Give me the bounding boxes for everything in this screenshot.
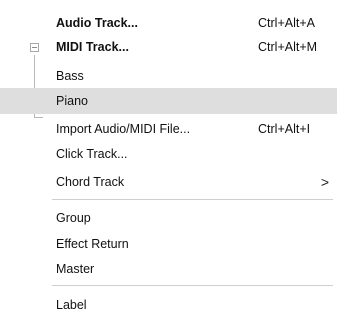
menu-item-label: Effect Return: [56, 237, 129, 251]
menu-item-group[interactable]: Group: [0, 206, 337, 230]
menu-item-chord-track[interactable]: Chord Track >: [0, 170, 337, 194]
menu-item-label-track[interactable]: Label: [0, 293, 337, 317]
menu-separator: [52, 199, 333, 200]
menu-item-label: MIDI Track...: [56, 40, 129, 54]
menu-item-label: Group: [56, 211, 91, 225]
collapse-minus-icon[interactable]: [30, 43, 39, 52]
menu-item-label: Audio Track...: [56, 16, 138, 30]
menu-separator: [52, 285, 333, 286]
menu-item-import-file[interactable]: Import Audio/MIDI File... Ctrl+Alt+I: [0, 117, 337, 141]
menu-item-audio-track[interactable]: Audio Track... Ctrl+Alt+A: [0, 11, 337, 35]
menu-item-label: Piano: [56, 94, 88, 108]
menu-item-label: Master: [56, 262, 95, 276]
menu-item-label: Label: [56, 298, 87, 312]
context-menu: Audio Track... Ctrl+Alt+A MIDI Track... …: [0, 0, 337, 320]
chevron-right-icon: >: [320, 174, 329, 190]
menu-item-midi-track[interactable]: MIDI Track... Ctrl+Alt+M: [0, 35, 337, 59]
menu-item-label: Chord Track: [56, 175, 125, 189]
menu-item-click-track[interactable]: Click Track...: [0, 142, 337, 166]
menu-item-bass[interactable]: Bass: [0, 64, 337, 88]
menu-item-label: Click Track...: [56, 147, 128, 161]
menu-item-label: Bass: [56, 69, 84, 83]
menu-item-shortcut: Ctrl+Alt+I: [258, 122, 311, 136]
menu-item-shortcut: Ctrl+Alt+M: [258, 40, 318, 54]
menu-item-label: Import Audio/MIDI File...: [56, 122, 191, 136]
menu-item-shortcut: Ctrl+Alt+A: [258, 16, 315, 30]
menu-item-master[interactable]: Master: [0, 257, 337, 281]
menu-item-effect-return[interactable]: Effect Return: [0, 232, 337, 256]
menu-item-piano[interactable]: Piano: [0, 88, 337, 114]
